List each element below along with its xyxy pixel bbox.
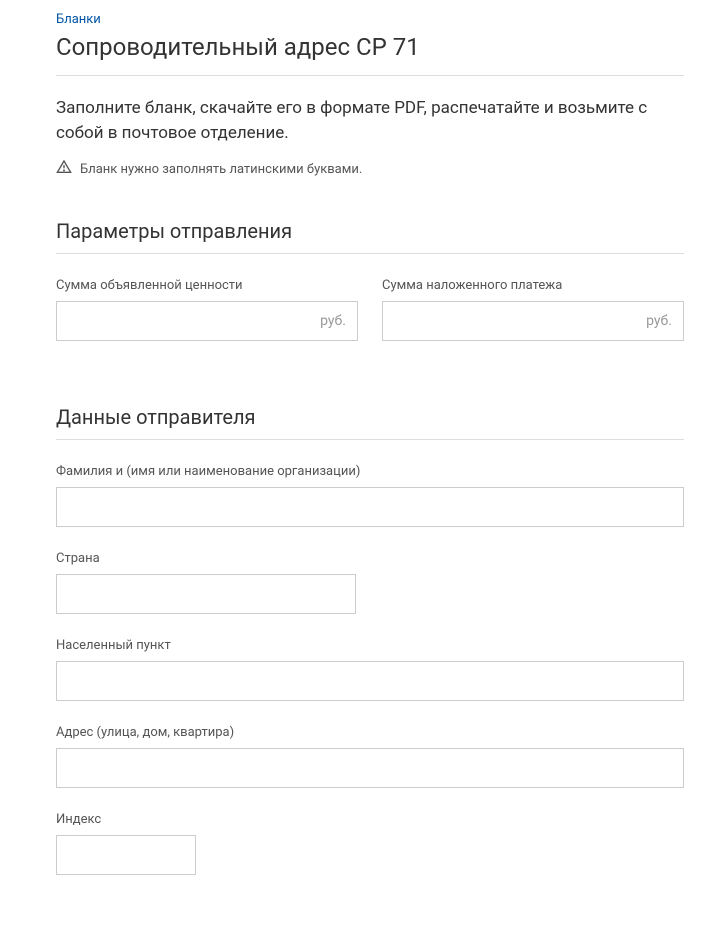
input-cod[interactable]	[382, 301, 684, 341]
instructions-text: Заполните бланк, скачайте его в формате …	[56, 96, 684, 145]
label-city: Населенный пункт	[56, 638, 684, 653]
field-name: Фамилия и (имя или наименование организа…	[56, 464, 684, 527]
section-shipping-title: Параметры отправления	[56, 219, 684, 254]
section-sender: Данные отправителя Фамилия и (имя или на…	[56, 405, 684, 875]
input-name[interactable]	[56, 487, 684, 527]
input-city[interactable]	[56, 661, 684, 701]
label-declared-value: Сумма объявленной ценности	[56, 278, 358, 293]
notice-text: Бланк нужно заполнять латинскими буквами…	[80, 162, 362, 177]
input-index[interactable]	[56, 835, 196, 875]
label-cod: Сумма наложенного платежа	[382, 278, 684, 293]
section-sender-title: Данные отправителя	[56, 405, 684, 440]
label-address: Адрес (улица, дом, квартира)	[56, 725, 684, 740]
label-name: Фамилия и (имя или наименование организа…	[56, 464, 684, 479]
breadcrumb-link-forms[interactable]: Бланки	[56, 12, 101, 27]
page-title: Сопроводительный адрес CP 71	[56, 33, 684, 76]
field-cod: Сумма наложенного платежа руб.	[382, 278, 684, 341]
input-country[interactable]	[56, 574, 356, 614]
field-declared-value: Сумма объявленной ценности руб.	[56, 278, 358, 341]
warning-icon	[56, 159, 72, 179]
notice: Бланк нужно заполнять латинскими буквами…	[56, 159, 684, 179]
breadcrumb: Бланки	[56, 12, 684, 27]
input-declared-value[interactable]	[56, 301, 358, 341]
field-city: Населенный пункт	[56, 638, 684, 701]
label-country: Страна	[56, 551, 684, 566]
label-index: Индекс	[56, 812, 684, 827]
field-address: Адрес (улица, дом, квартира)	[56, 725, 684, 788]
section-shipping: Параметры отправления Сумма объявленной …	[56, 219, 684, 365]
field-country: Страна	[56, 551, 684, 614]
input-address[interactable]	[56, 748, 684, 788]
field-index: Индекс	[56, 812, 684, 875]
